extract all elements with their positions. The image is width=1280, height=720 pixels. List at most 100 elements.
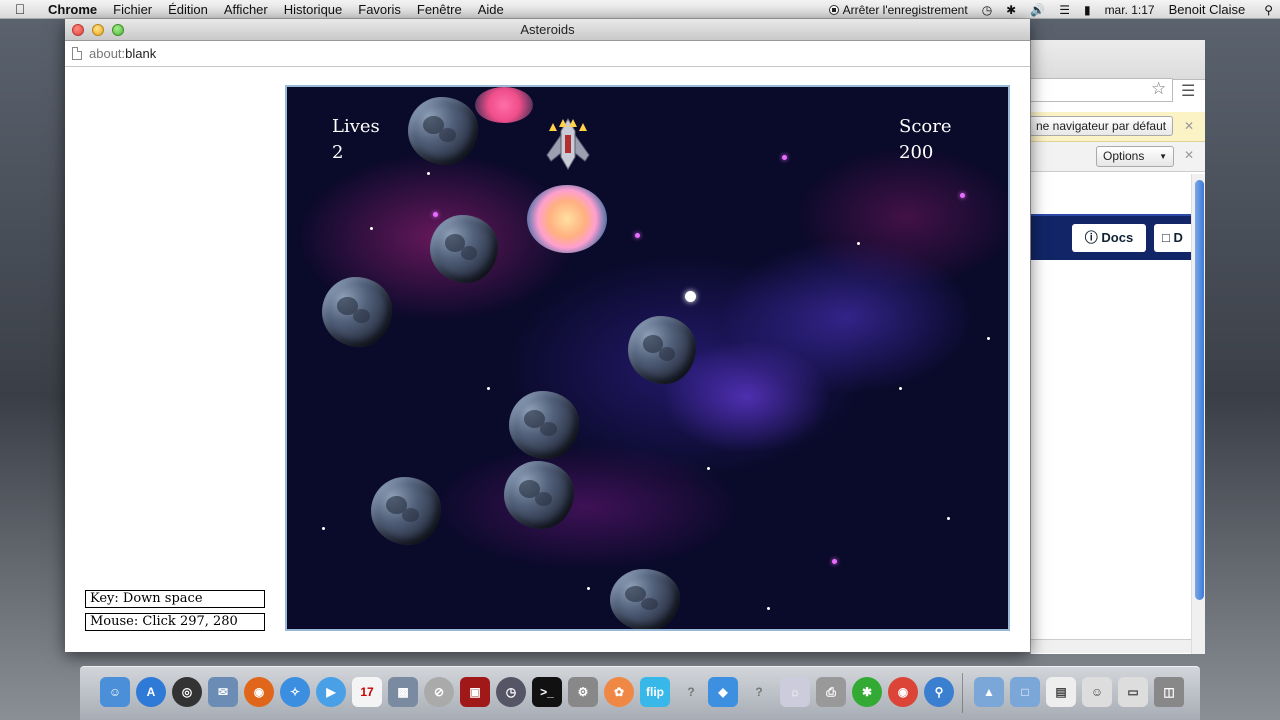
parental-controls-icon[interactable]: ⊘ xyxy=(424,677,454,707)
picasa-icon[interactable]: ✿ xyxy=(604,677,634,707)
asteroids-window: Asteroids about:blank Lives 2 Score 200 … xyxy=(65,19,1030,652)
menu-afficher[interactable]: Afficher xyxy=(216,2,276,17)
star xyxy=(707,467,710,470)
asteroid xyxy=(628,316,696,384)
options-label: Options xyxy=(1103,149,1145,163)
star xyxy=(857,242,860,245)
url-scheme: about: xyxy=(89,46,126,61)
mail-icon[interactable]: ✉ xyxy=(208,677,238,707)
dock: ☺ A ◎ ✉ ◉ ✧ ▶ 17 ▩ ⊘ ▣ ◷ >_ ⚙ ✿ flip ? ◆… xyxy=(80,666,1200,720)
battery-icon[interactable]: ▮ xyxy=(1077,3,1098,17)
docs-button[interactable]: ⓘ Docs xyxy=(1072,224,1146,252)
menu-fenetre[interactable]: Fenêtre xyxy=(409,2,470,17)
asteroid xyxy=(322,277,392,347)
document-stack-icon[interactable]: ▤ xyxy=(1046,677,1076,707)
star xyxy=(427,172,430,175)
flip-icon[interactable]: flip xyxy=(640,677,670,707)
window-title: Asteroids xyxy=(520,22,575,37)
dashboard-icon[interactable]: ◎ xyxy=(172,677,202,707)
trash-icon[interactable]: ◫ xyxy=(1154,677,1184,707)
time-machine-icon[interactable]: ◷ xyxy=(975,3,999,17)
lives-display: Lives 2 xyxy=(332,114,380,166)
vertical-scrollbar[interactable] xyxy=(1191,174,1205,654)
scrollbar-thumb[interactable] xyxy=(1195,180,1204,600)
safari-icon[interactable]: ✧ xyxy=(280,677,310,707)
system-preferences-icon[interactable]: ⚙ xyxy=(568,677,598,707)
star xyxy=(635,233,640,238)
options-dropdown[interactable]: Options ▼ xyxy=(1096,146,1174,167)
bookmark-star-icon[interactable]: ☆ xyxy=(1151,79,1166,99)
star xyxy=(899,387,902,390)
options-bar: Options ▼ xyxy=(1031,142,1205,172)
second-nav-button[interactable]: □ D xyxy=(1154,224,1194,252)
star xyxy=(587,587,590,590)
score-value: 200 xyxy=(899,142,934,163)
facetime-icon[interactable]: ▶ xyxy=(316,677,346,707)
options-close-icon[interactable]: ✕ xyxy=(1184,148,1194,162)
game-canvas[interactable]: Lives 2 Score 200 xyxy=(285,85,1010,631)
unknown-app-icon[interactable]: ? xyxy=(676,677,706,707)
applications-folder-icon[interactable]: ▲ xyxy=(974,677,1004,707)
menu-historique[interactable]: Historique xyxy=(276,2,351,17)
screenshot-stack-icon[interactable]: ▭ xyxy=(1118,677,1148,707)
asteroid xyxy=(430,215,498,283)
asteroid-explosion xyxy=(527,185,607,253)
photo-booth-icon[interactable]: ▣ xyxy=(460,677,490,707)
minimize-window-button[interactable] xyxy=(92,24,104,36)
url-path: blank xyxy=(125,46,157,61)
documents-folder-icon[interactable]: □ xyxy=(1010,677,1040,707)
docs-label: Docs xyxy=(1101,230,1134,245)
asteroid xyxy=(408,97,478,165)
volume-icon[interactable]: 🔊 xyxy=(1023,3,1052,17)
set-default-browser-button[interactable]: ne navigateur par défaut xyxy=(1031,116,1174,136)
player-ship xyxy=(546,118,590,170)
app-store-icon[interactable]: A xyxy=(136,677,166,707)
infobar-close-icon[interactable]: ✕ xyxy=(1184,119,1194,133)
star xyxy=(433,212,438,217)
page-icon xyxy=(72,47,82,60)
second-nav-label: D xyxy=(1173,230,1183,245)
scanner-icon[interactable]: ⎙ xyxy=(816,677,846,707)
directory-utility-icon[interactable]: ☼ xyxy=(780,677,810,707)
dropbox-icon[interactable]: ◆ xyxy=(708,677,738,707)
star xyxy=(487,387,490,390)
dock-separator xyxy=(962,673,963,713)
apple-menu-icon[interactable]:  xyxy=(0,1,40,17)
status-area: Arrêter l'enregistrement ◷ ✱ 🔊 ☰ ▮ mar. … xyxy=(822,0,1280,19)
bluetooth-icon[interactable]: ✱ xyxy=(999,3,1023,17)
asteroid xyxy=(509,391,579,459)
terminal-icon[interactable]: >_ xyxy=(532,677,562,707)
clock[interactable]: mar. 1:17 xyxy=(1098,3,1162,17)
wifi-icon[interactable]: ☰ xyxy=(1052,3,1077,17)
horizontal-scrollbar[interactable] xyxy=(1031,639,1191,653)
calendar-icon[interactable]: 17 xyxy=(352,677,382,707)
spotlight-search-icon[interactable]: ⚲ xyxy=(1257,3,1280,17)
menu-edition[interactable]: Édition xyxy=(160,2,216,17)
chrome-icon[interactable]: ◉ xyxy=(888,677,918,707)
window-titlebar[interactable]: Asteroids xyxy=(65,19,1030,41)
unknown-app-icon-2[interactable]: ? xyxy=(744,677,774,707)
recording-status[interactable]: Arrêter l'enregistrement xyxy=(822,3,975,17)
star xyxy=(960,193,965,198)
star xyxy=(832,559,837,564)
time-machine-dock-icon[interactable]: ◷ xyxy=(496,677,526,707)
chrome-menu-icon[interactable]: ☰ xyxy=(1181,81,1195,101)
firefox-icon[interactable]: ◉ xyxy=(244,677,274,707)
menu-aide[interactable]: Aide xyxy=(470,2,512,17)
address-bar[interactable]: about:blank xyxy=(65,41,1030,67)
pink-explosion xyxy=(475,87,533,123)
asteroid xyxy=(504,461,574,529)
zoom-window-button[interactable] xyxy=(112,24,124,36)
preview-icon[interactable]: ▩ xyxy=(388,677,418,707)
star xyxy=(782,155,787,160)
menu-app-name[interactable]: Chrome xyxy=(40,2,105,17)
finder-icon[interactable]: ☺ xyxy=(100,677,130,707)
star xyxy=(322,527,325,530)
photos-app-icon[interactable]: ✱ xyxy=(852,677,882,707)
menu-favoris[interactable]: Favoris xyxy=(350,2,409,17)
menu-fichier[interactable]: Fichier xyxy=(105,2,160,17)
contact-stack-icon[interactable]: ☺ xyxy=(1082,677,1112,707)
close-window-button[interactable] xyxy=(72,24,84,36)
network-utility-icon[interactable]: ⚲ xyxy=(924,677,954,707)
user-name[interactable]: Benoit Claise xyxy=(1162,2,1258,17)
